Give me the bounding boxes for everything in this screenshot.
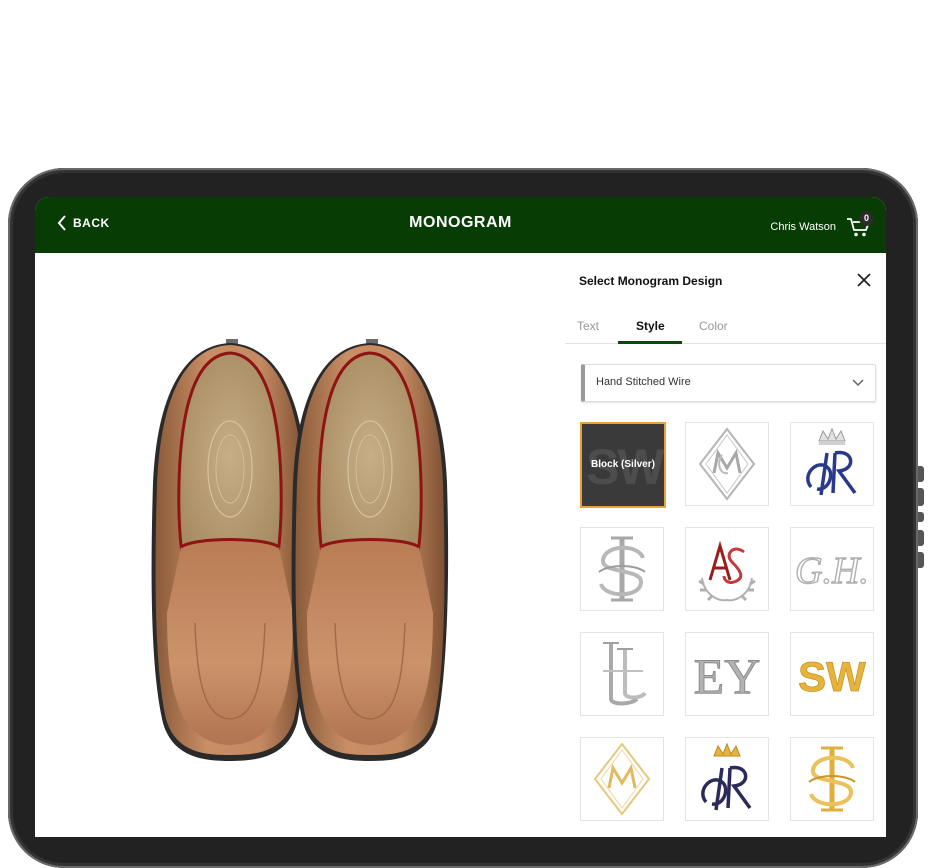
tablet-frame: BACK MONOGRAM Chris Watson 0 Select Mono… [8, 168, 924, 868]
monogram-tile-crown-navy-gold[interactable] [685, 737, 769, 821]
diamond-gold-icon [593, 742, 651, 816]
app-screen: BACK MONOGRAM Chris Watson 0 Select Mono… [35, 197, 886, 837]
monogram-tile-wreath-red[interactable] [685, 527, 769, 611]
wreath-monogram-icon [698, 540, 756, 602]
block-gold-icon: SW [798, 653, 867, 701]
tablet-side-button [918, 552, 924, 568]
tab-text[interactable]: Text [577, 319, 599, 333]
monogram-panel: Select Monogram Design Text Style Color … [565, 253, 886, 837]
monogram-tile-block-silver[interactable]: SW Block (Silver) [580, 422, 666, 508]
interlock-ll-icon [603, 642, 647, 706]
tile-glyph-text: SW [798, 653, 866, 700]
tab-style[interactable]: Style [636, 319, 665, 333]
tablet-side-button [918, 466, 924, 482]
close-icon[interactable] [855, 271, 873, 289]
tablet-camera-dot [918, 512, 924, 522]
loafer-pair-image [151, 339, 449, 761]
tablet-side-button [918, 530, 924, 546]
cart-button[interactable]: 0 [846, 211, 874, 239]
monogram-tile-interlock-gold[interactable] [790, 737, 874, 821]
dropdown-value: Hand Stitched Wire [596, 376, 691, 388]
monogram-tile-diamond-silver[interactable] [685, 422, 769, 506]
crown-monogram-icon [806, 427, 857, 496]
top-bar: BACK MONOGRAM Chris Watson 0 [35, 197, 886, 253]
interlock-monogram-icon [598, 536, 646, 602]
cart-count-badge: 0 [859, 211, 874, 226]
tab-bar: Text Style Color [565, 315, 886, 344]
tablet-side-button [918, 488, 924, 506]
user-name[interactable]: Chris Watson [770, 221, 836, 233]
style-dropdown[interactable]: Hand Stitched Wire [581, 364, 876, 402]
tile-glyph-text: G.H. [795, 550, 869, 592]
monogram-tile-interlock-ll[interactable] [580, 632, 664, 716]
monogram-tile-interlock-silver[interactable] [580, 527, 664, 611]
page-title: MONOGRAM [409, 214, 512, 231]
active-tab-indicator [618, 341, 682, 344]
shoe-preview [35, 253, 565, 837]
panel-title: Select Monogram Design [579, 274, 723, 288]
script-gh-icon: G.H. [794, 549, 869, 592]
tab-color[interactable]: Color [699, 319, 728, 333]
diamond-monogram-icon [698, 427, 756, 501]
monogram-tile-block-ey[interactable]: EY [685, 632, 769, 716]
tile-glyph-text: EY [694, 648, 761, 704]
interlock-gold-icon [808, 746, 856, 812]
monogram-tile-block-gold[interactable]: SW [790, 632, 874, 716]
tile-label: Block (Silver) [591, 459, 655, 470]
monogram-tile-script-gh[interactable]: G.H. [790, 527, 874, 611]
chevron-down-icon [852, 379, 864, 387]
left-shoe [151, 339, 309, 761]
monogram-tile-crown-navy[interactable] [790, 422, 874, 506]
block-ey-icon: EY [693, 648, 761, 705]
crown-navy-gold-icon [701, 742, 752, 811]
monogram-tile-diamond-gold[interactable] [580, 737, 664, 821]
right-shoe [291, 339, 449, 761]
